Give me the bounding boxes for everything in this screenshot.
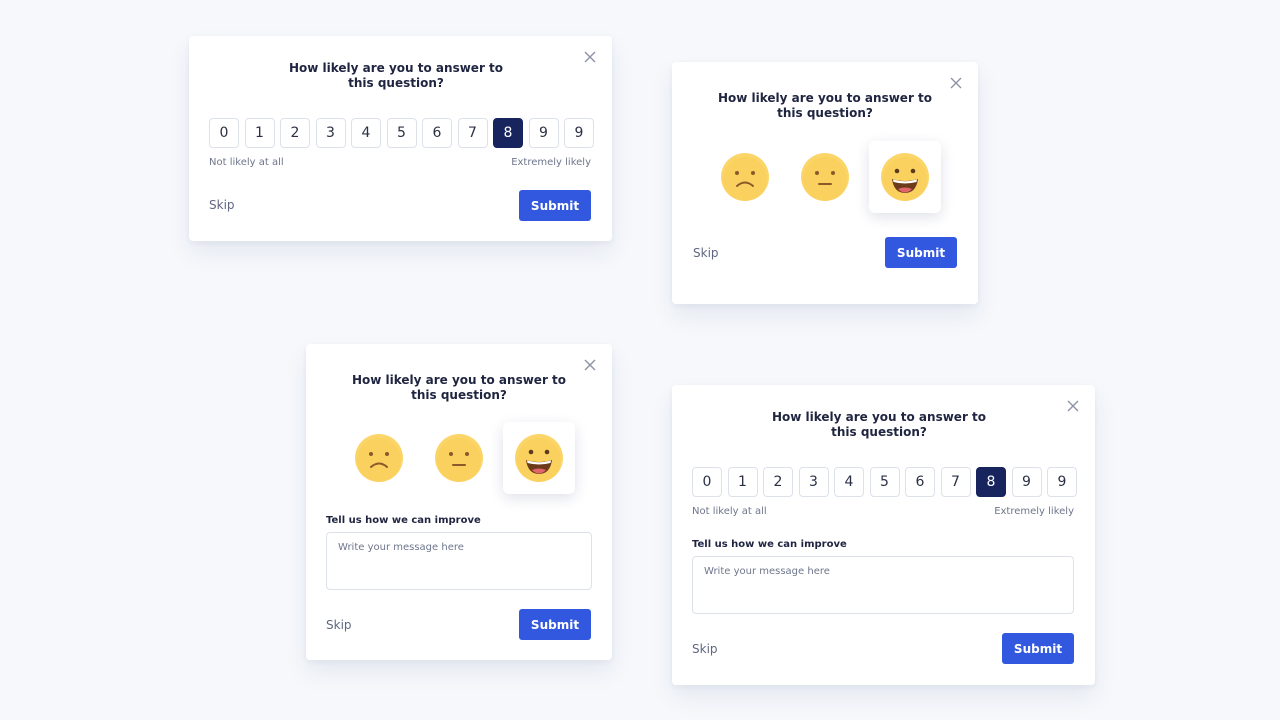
rating-option-7[interactable]: 7 <box>940 467 971 497</box>
submit-button[interactable]: Submit <box>519 190 591 221</box>
rating-option-10[interactable]: 9 <box>564 118 594 148</box>
feedback-label: Tell us how we can improve <box>326 515 481 526</box>
close-icon[interactable] <box>584 51 598 65</box>
emoji-option-sad[interactable] <box>709 141 781 213</box>
rating-option-4[interactable]: 4 <box>834 467 864 497</box>
rating-option-6[interactable]: 6 <box>905 467 935 497</box>
rating-option-1[interactable]: 1 <box>727 467 758 497</box>
rating-option-8[interactable]: 8 <box>493 118 523 148</box>
rating-option-6[interactable]: 6 <box>422 118 452 148</box>
submit-button[interactable]: Submit <box>1002 633 1074 664</box>
skip-link[interactable]: Skip <box>692 642 718 656</box>
close-icon[interactable] <box>584 359 598 373</box>
question-title: How likely are you to answer to this que… <box>288 61 504 90</box>
rating-option-5[interactable]: 5 <box>869 467 900 497</box>
rating-option-1[interactable]: 1 <box>244 118 275 148</box>
emoji-option-sad[interactable] <box>343 422 415 494</box>
sad-face-icon <box>355 434 403 482</box>
sad-face-icon <box>721 153 769 201</box>
feedback-input[interactable] <box>326 532 592 590</box>
happy-face-icon <box>881 153 929 201</box>
emoji-option-neutral[interactable] <box>789 141 861 213</box>
skip-link[interactable]: Skip <box>326 618 352 632</box>
neutral-face-icon <box>801 153 849 201</box>
happy-face-icon <box>515 434 563 482</box>
rating-scale: 0 1 2 3 4 5 6 7 8 9 9 <box>209 118 594 148</box>
rating-option-3[interactable]: 3 <box>315 118 346 148</box>
close-icon[interactable] <box>950 77 964 91</box>
submit-button[interactable]: Submit <box>885 237 957 268</box>
rating-option-10[interactable]: 9 <box>1047 467 1077 497</box>
neutral-face-icon <box>435 434 483 482</box>
survey-card-nps-feedback: How likely are you to answer to this que… <box>672 385 1095 685</box>
scale-low-label: Not likely at all <box>692 506 767 517</box>
scale-high-label: Extremely likely <box>511 157 591 168</box>
rating-option-4[interactable]: 4 <box>351 118 381 148</box>
skip-link[interactable]: Skip <box>693 246 719 260</box>
rating-option-0[interactable]: 0 <box>692 467 722 497</box>
question-title: How likely are you to answer to this que… <box>771 410 987 439</box>
rating-option-9[interactable]: 9 <box>1011 467 1042 497</box>
survey-card-emoji: How likely are you to answer to this que… <box>672 62 978 304</box>
rating-option-2[interactable]: 2 <box>763 467 793 497</box>
scale-low-label: Not likely at all <box>209 157 284 168</box>
rating-option-2[interactable]: 2 <box>280 118 310 148</box>
feedback-input[interactable] <box>692 556 1074 614</box>
rating-option-0[interactable]: 0 <box>209 118 239 148</box>
emoji-option-happy[interactable] <box>503 422 575 494</box>
rating-option-7[interactable]: 7 <box>457 118 488 148</box>
question-title: How likely are you to answer to this que… <box>717 91 933 120</box>
survey-card-emoji-feedback: How likely are you to answer to this que… <box>306 344 612 660</box>
rating-option-5[interactable]: 5 <box>386 118 417 148</box>
rating-option-9[interactable]: 9 <box>528 118 559 148</box>
close-icon[interactable] <box>1067 400 1081 414</box>
survey-card-nps: How likely are you to answer to this que… <box>189 36 612 241</box>
question-title: How likely are you to answer to this que… <box>351 373 567 402</box>
rating-option-8[interactable]: 8 <box>976 467 1006 497</box>
rating-option-3[interactable]: 3 <box>798 467 829 497</box>
scale-high-label: Extremely likely <box>994 506 1074 517</box>
rating-scale: 0 1 2 3 4 5 6 7 8 9 9 <box>692 467 1077 497</box>
emoji-option-neutral[interactable] <box>423 422 495 494</box>
submit-button[interactable]: Submit <box>519 609 591 640</box>
skip-link[interactable]: Skip <box>209 198 235 212</box>
feedback-label: Tell us how we can improve <box>692 539 847 550</box>
emoji-option-happy[interactable] <box>869 141 941 213</box>
